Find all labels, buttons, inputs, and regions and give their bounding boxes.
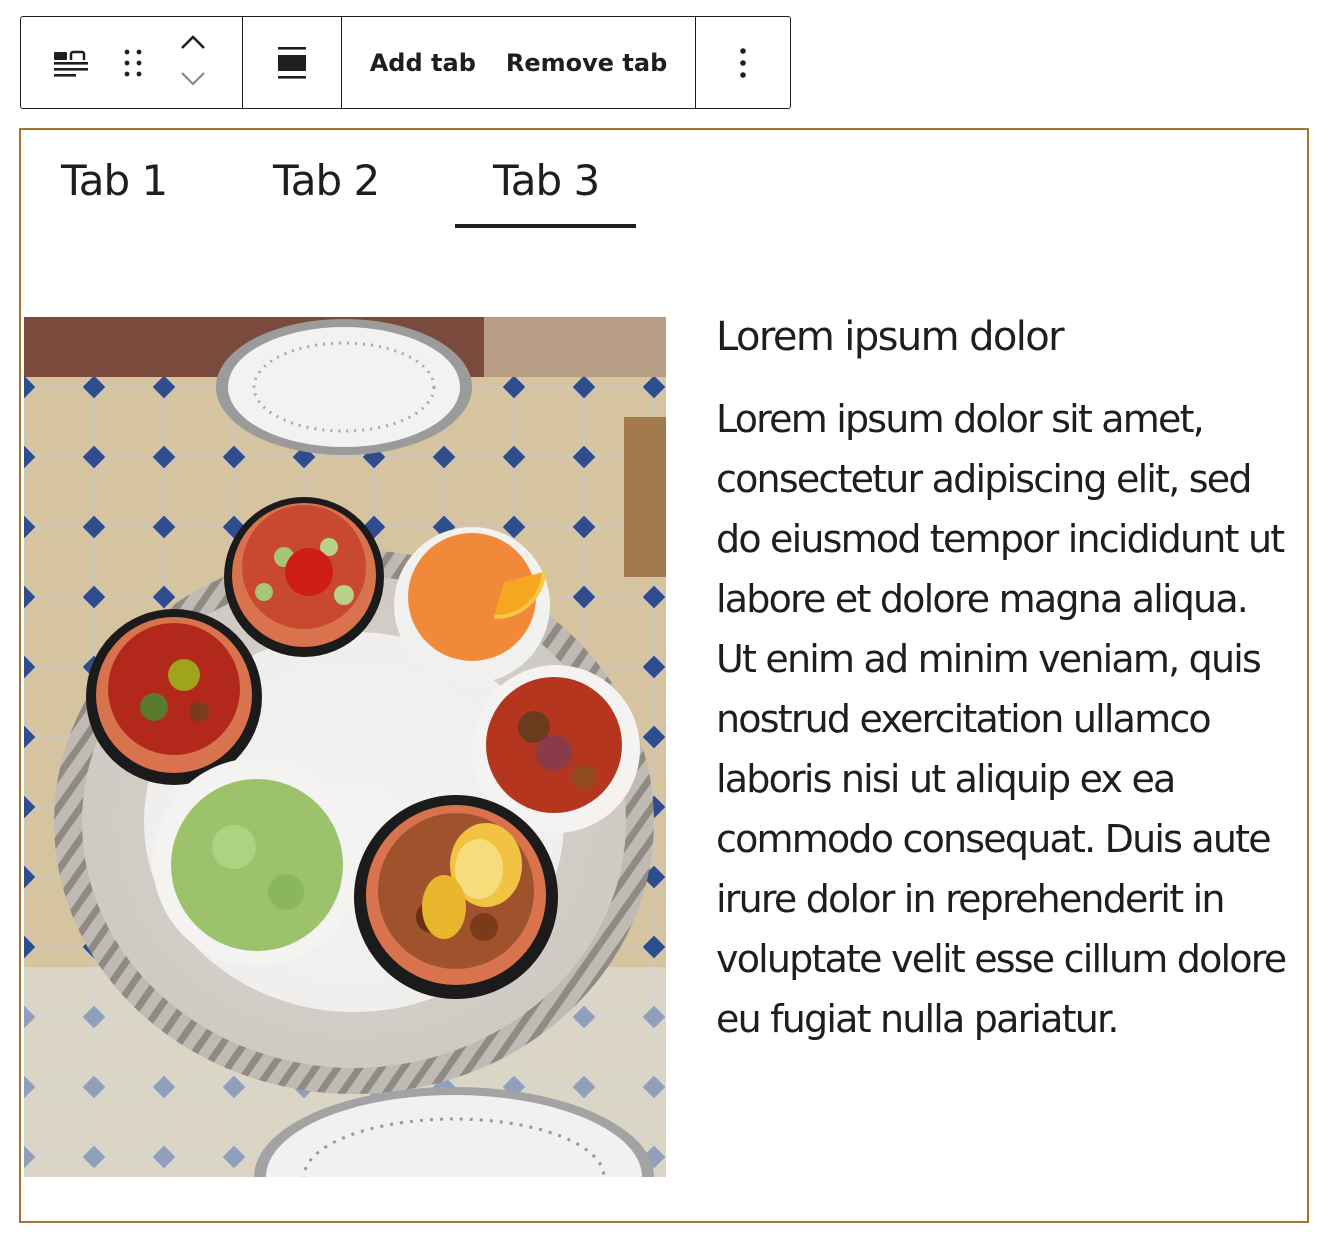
media-text-content: Lorem ipsum dolor Lorem ipsum dolor sit … (716, 315, 1287, 1049)
content-heading[interactable]: Lorem ipsum dolor (716, 315, 1286, 359)
block-toolbar: Add tab Remove tab (20, 16, 791, 109)
block-controls-group (21, 17, 243, 108)
tab-2[interactable]: Tab 2 (273, 156, 380, 205)
options-group (696, 17, 790, 108)
align-full-width-icon[interactable] (277, 45, 307, 81)
tabs-block-icon[interactable] (49, 41, 93, 85)
food-image[interactable] (24, 317, 666, 1177)
tab-3[interactable]: Tab 3 (493, 156, 600, 205)
drag-handle-icon[interactable] (111, 41, 155, 85)
more-vertical-icon[interactable] (739, 47, 747, 79)
tab-1[interactable]: Tab 1 (61, 156, 168, 205)
chevron-up-icon (180, 34, 206, 55)
add-tab-button[interactable]: Add tab (370, 49, 476, 77)
chevron-down-icon (180, 70, 206, 91)
tab-actions-group: Add tab Remove tab (342, 17, 696, 108)
move-up-button[interactable] (171, 30, 215, 60)
alignment-group (243, 17, 342, 108)
move-down-button[interactable] (171, 66, 215, 96)
active-tab-indicator (455, 224, 636, 228)
block-movers (171, 30, 215, 96)
remove-tab-button[interactable]: Remove tab (506, 49, 667, 77)
tabs-block[interactable]: Tab 1 Tab 2 Tab 3 Lorem ipsum dolor Lore… (19, 128, 1309, 1223)
content-paragraph[interactable]: Lorem ipsum dolor sit amet, consectetur … (716, 389, 1287, 1049)
